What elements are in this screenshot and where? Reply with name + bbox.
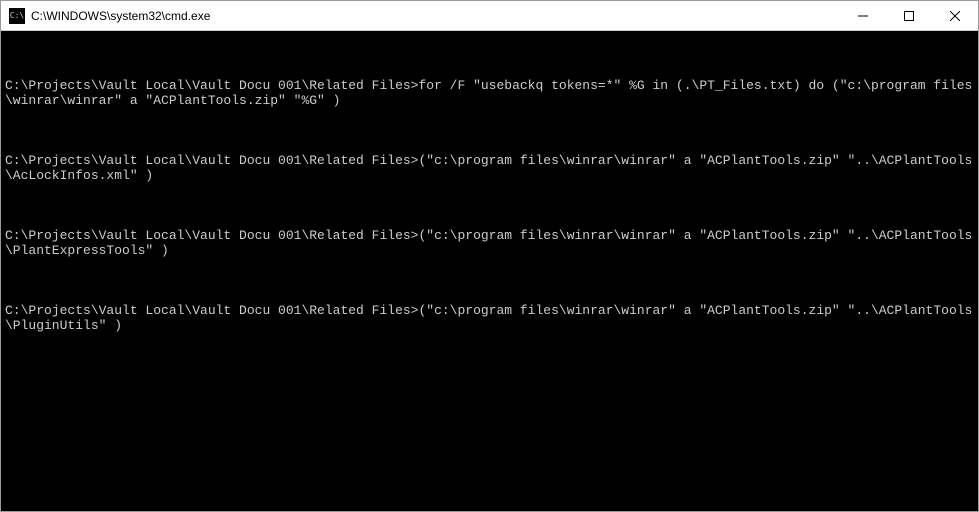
console-output[interactable]: C:\Projects\Vault Local\Vault Docu 001\R… [1,31,978,511]
maximize-icon [904,11,914,21]
window-controls [840,1,978,30]
minimize-button[interactable] [840,1,886,30]
close-icon [950,11,960,21]
console-line: C:\Projects\Vault Local\Vault Docu 001\R… [5,63,974,108]
console-line: C:\Projects\Vault Local\Vault Docu 001\R… [5,303,974,333]
maximize-button[interactable] [886,1,932,30]
cmd-icon: C:\ [9,8,25,24]
minimize-icon [858,11,868,21]
close-button[interactable] [932,1,978,30]
console-line: C:\Projects\Vault Local\Vault Docu 001\R… [5,228,974,258]
window-titlebar: C:\ C:\WINDOWS\system32\cmd.exe [1,1,978,31]
window-title: C:\WINDOWS\system32\cmd.exe [31,9,840,23]
console-line: C:\Projects\Vault Local\Vault Docu 001\R… [5,153,974,183]
